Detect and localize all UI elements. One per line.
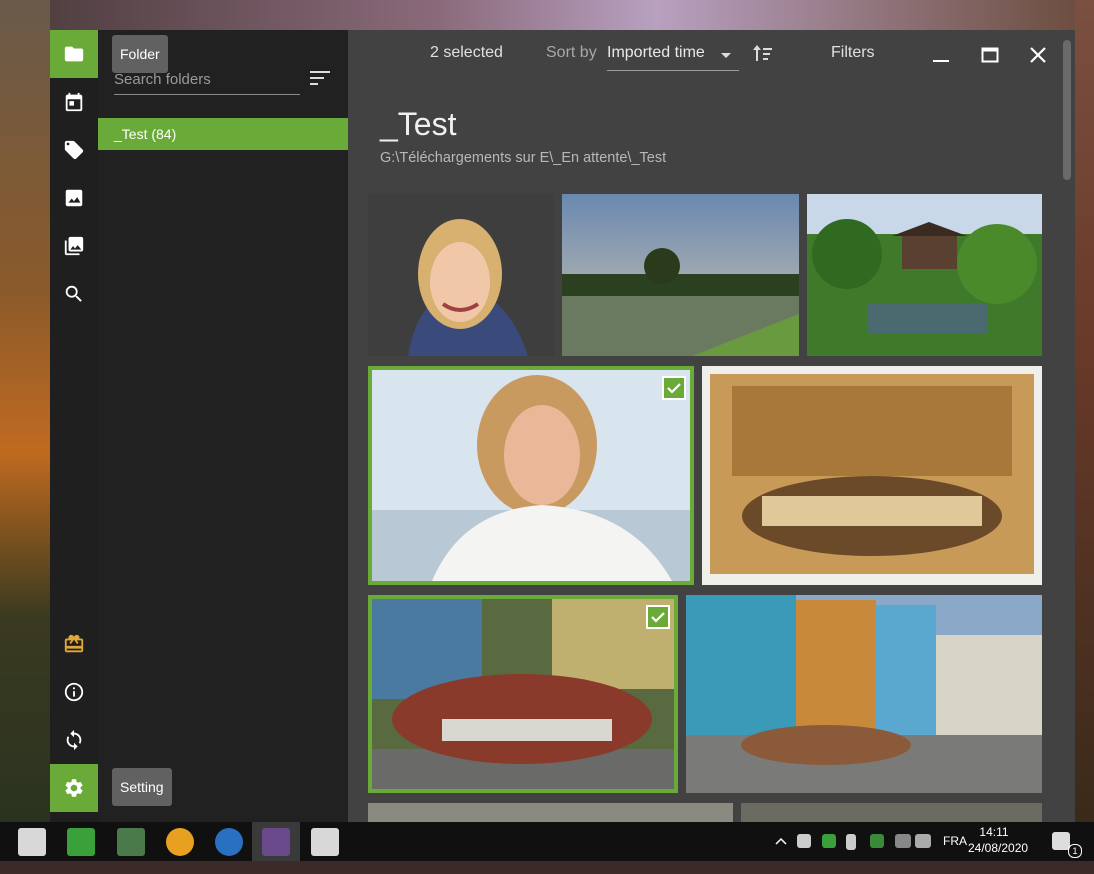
recycle-bin-icon[interactable] [18, 828, 46, 856]
gallery-thumb[interactable] [562, 194, 799, 356]
network-app-icon[interactable] [117, 828, 145, 856]
search-icon [65, 285, 82, 302]
filters-button[interactable]: Filters [831, 44, 875, 62]
gallery-thumb[interactable] [368, 803, 733, 822]
sort-select-value: Imported time [607, 44, 705, 61]
check-icon [667, 383, 681, 394]
clock-time: 14:11 [979, 825, 1009, 839]
maximize-button[interactable] [975, 40, 1005, 70]
language-indicator[interactable]: FRA [943, 834, 967, 848]
desktop-wallpaper-top [0, 0, 1094, 30]
close-button[interactable] [1023, 40, 1053, 70]
rail-gift-button[interactable] [50, 620, 98, 668]
image-icon [65, 189, 83, 207]
minimize-button[interactable] [926, 40, 956, 70]
rail-sync-button[interactable] [50, 716, 98, 764]
monitor-tray-icon[interactable] [797, 834, 811, 848]
selected-count: 2 selected [430, 44, 503, 61]
partial-image [368, 803, 733, 822]
tooltip-setting: Setting [112, 768, 172, 806]
clock-date: 24/08/2020 [968, 841, 1029, 855]
sepia-classic-car-image [702, 366, 1042, 585]
gallery-thumb-selected[interactable] [368, 366, 694, 585]
selected-checkbox[interactable] [646, 605, 670, 629]
desktop-wallpaper-left [0, 0, 50, 822]
chevron-down-icon [721, 53, 731, 58]
desktop-wallpaper-right [1075, 0, 1094, 822]
gallery-thumb[interactable] [807, 194, 1042, 356]
rail-search-button[interactable] [50, 270, 98, 318]
albums-icon [64, 236, 84, 256]
photo-app-icon[interactable] [262, 828, 290, 856]
taskbar: FRA 14:11 24/08/2020 1 [0, 822, 1094, 861]
gift-icon [64, 634, 84, 653]
folder-icon [64, 46, 84, 62]
page-title: _Test [380, 106, 457, 142]
notification-badge: 1 [1068, 844, 1082, 858]
portrait-woman-smiling-image [372, 370, 690, 581]
minimize-icon [933, 60, 949, 62]
check-icon [651, 612, 665, 623]
tag-icon [64, 140, 84, 160]
volume-icon[interactable] [915, 834, 931, 848]
info-icon [64, 682, 84, 702]
folder-panel: _Test (84) [98, 30, 348, 822]
clock[interactable]: 14:11 24/08/2020 [968, 824, 1029, 856]
gear-icon [65, 779, 83, 797]
lake-landscape-image [562, 194, 799, 356]
folder-item-test[interactable]: _Test (84) [98, 118, 348, 150]
rail-tags-button[interactable] [50, 126, 98, 174]
rail-folder-button[interactable] [50, 30, 98, 78]
sort-select[interactable]: Imported time [607, 38, 739, 71]
scrollbar[interactable] [1063, 40, 1071, 180]
portrait-woman-image [368, 194, 554, 356]
chevron-up-icon[interactable] [775, 835, 787, 874]
rail-info-button[interactable] [50, 668, 98, 716]
media-player-icon[interactable] [166, 828, 194, 856]
rail-calendar-button[interactable] [50, 78, 98, 126]
usb-tray-icon[interactable] [846, 834, 856, 850]
selected-checkbox[interactable] [662, 376, 686, 400]
gallery-thumb[interactable] [368, 194, 554, 356]
sync-icon [66, 729, 82, 751]
toolbar: 2 selected Sort by Imported time Filters [348, 30, 1075, 80]
nav-rail [50, 30, 98, 822]
tooltip-folder: Folder [112, 35, 168, 73]
rail-settings-button[interactable] [50, 764, 98, 812]
sort-lines-icon[interactable] [310, 70, 330, 86]
upload-tray-icon[interactable] [822, 834, 836, 848]
japanese-garden-image [807, 194, 1042, 356]
red-classic-car-image [372, 599, 674, 789]
havana-street-image [686, 595, 1042, 793]
calendar-icon [65, 92, 83, 112]
gallery-thumb-selected[interactable] [368, 595, 678, 793]
upload-app-icon[interactable] [67, 828, 95, 856]
close-icon [1030, 47, 1046, 63]
rail-image-button[interactable] [50, 174, 98, 222]
gallery-thumb[interactable] [702, 366, 1042, 585]
app-window: _Test (84) Folder Setting 2 selected Sor… [50, 30, 1075, 822]
gallery-thumb[interactable] [686, 595, 1042, 793]
maximize-icon [981, 47, 999, 63]
shield-tray-icon[interactable] [870, 834, 884, 848]
partial-image [741, 803, 1042, 822]
wifi-icon[interactable] [895, 834, 911, 848]
folder-path: G:\Téléchargements sur E\_En attente\_Te… [380, 150, 667, 166]
sync-app-icon[interactable] [215, 828, 243, 856]
gallery-thumb[interactable] [741, 803, 1042, 822]
sort-direction-icon[interactable] [753, 44, 773, 64]
rail-albums-button[interactable] [50, 222, 98, 270]
desktop-app-icon[interactable] [311, 828, 339, 856]
sort-by-label: Sort by [546, 44, 597, 61]
